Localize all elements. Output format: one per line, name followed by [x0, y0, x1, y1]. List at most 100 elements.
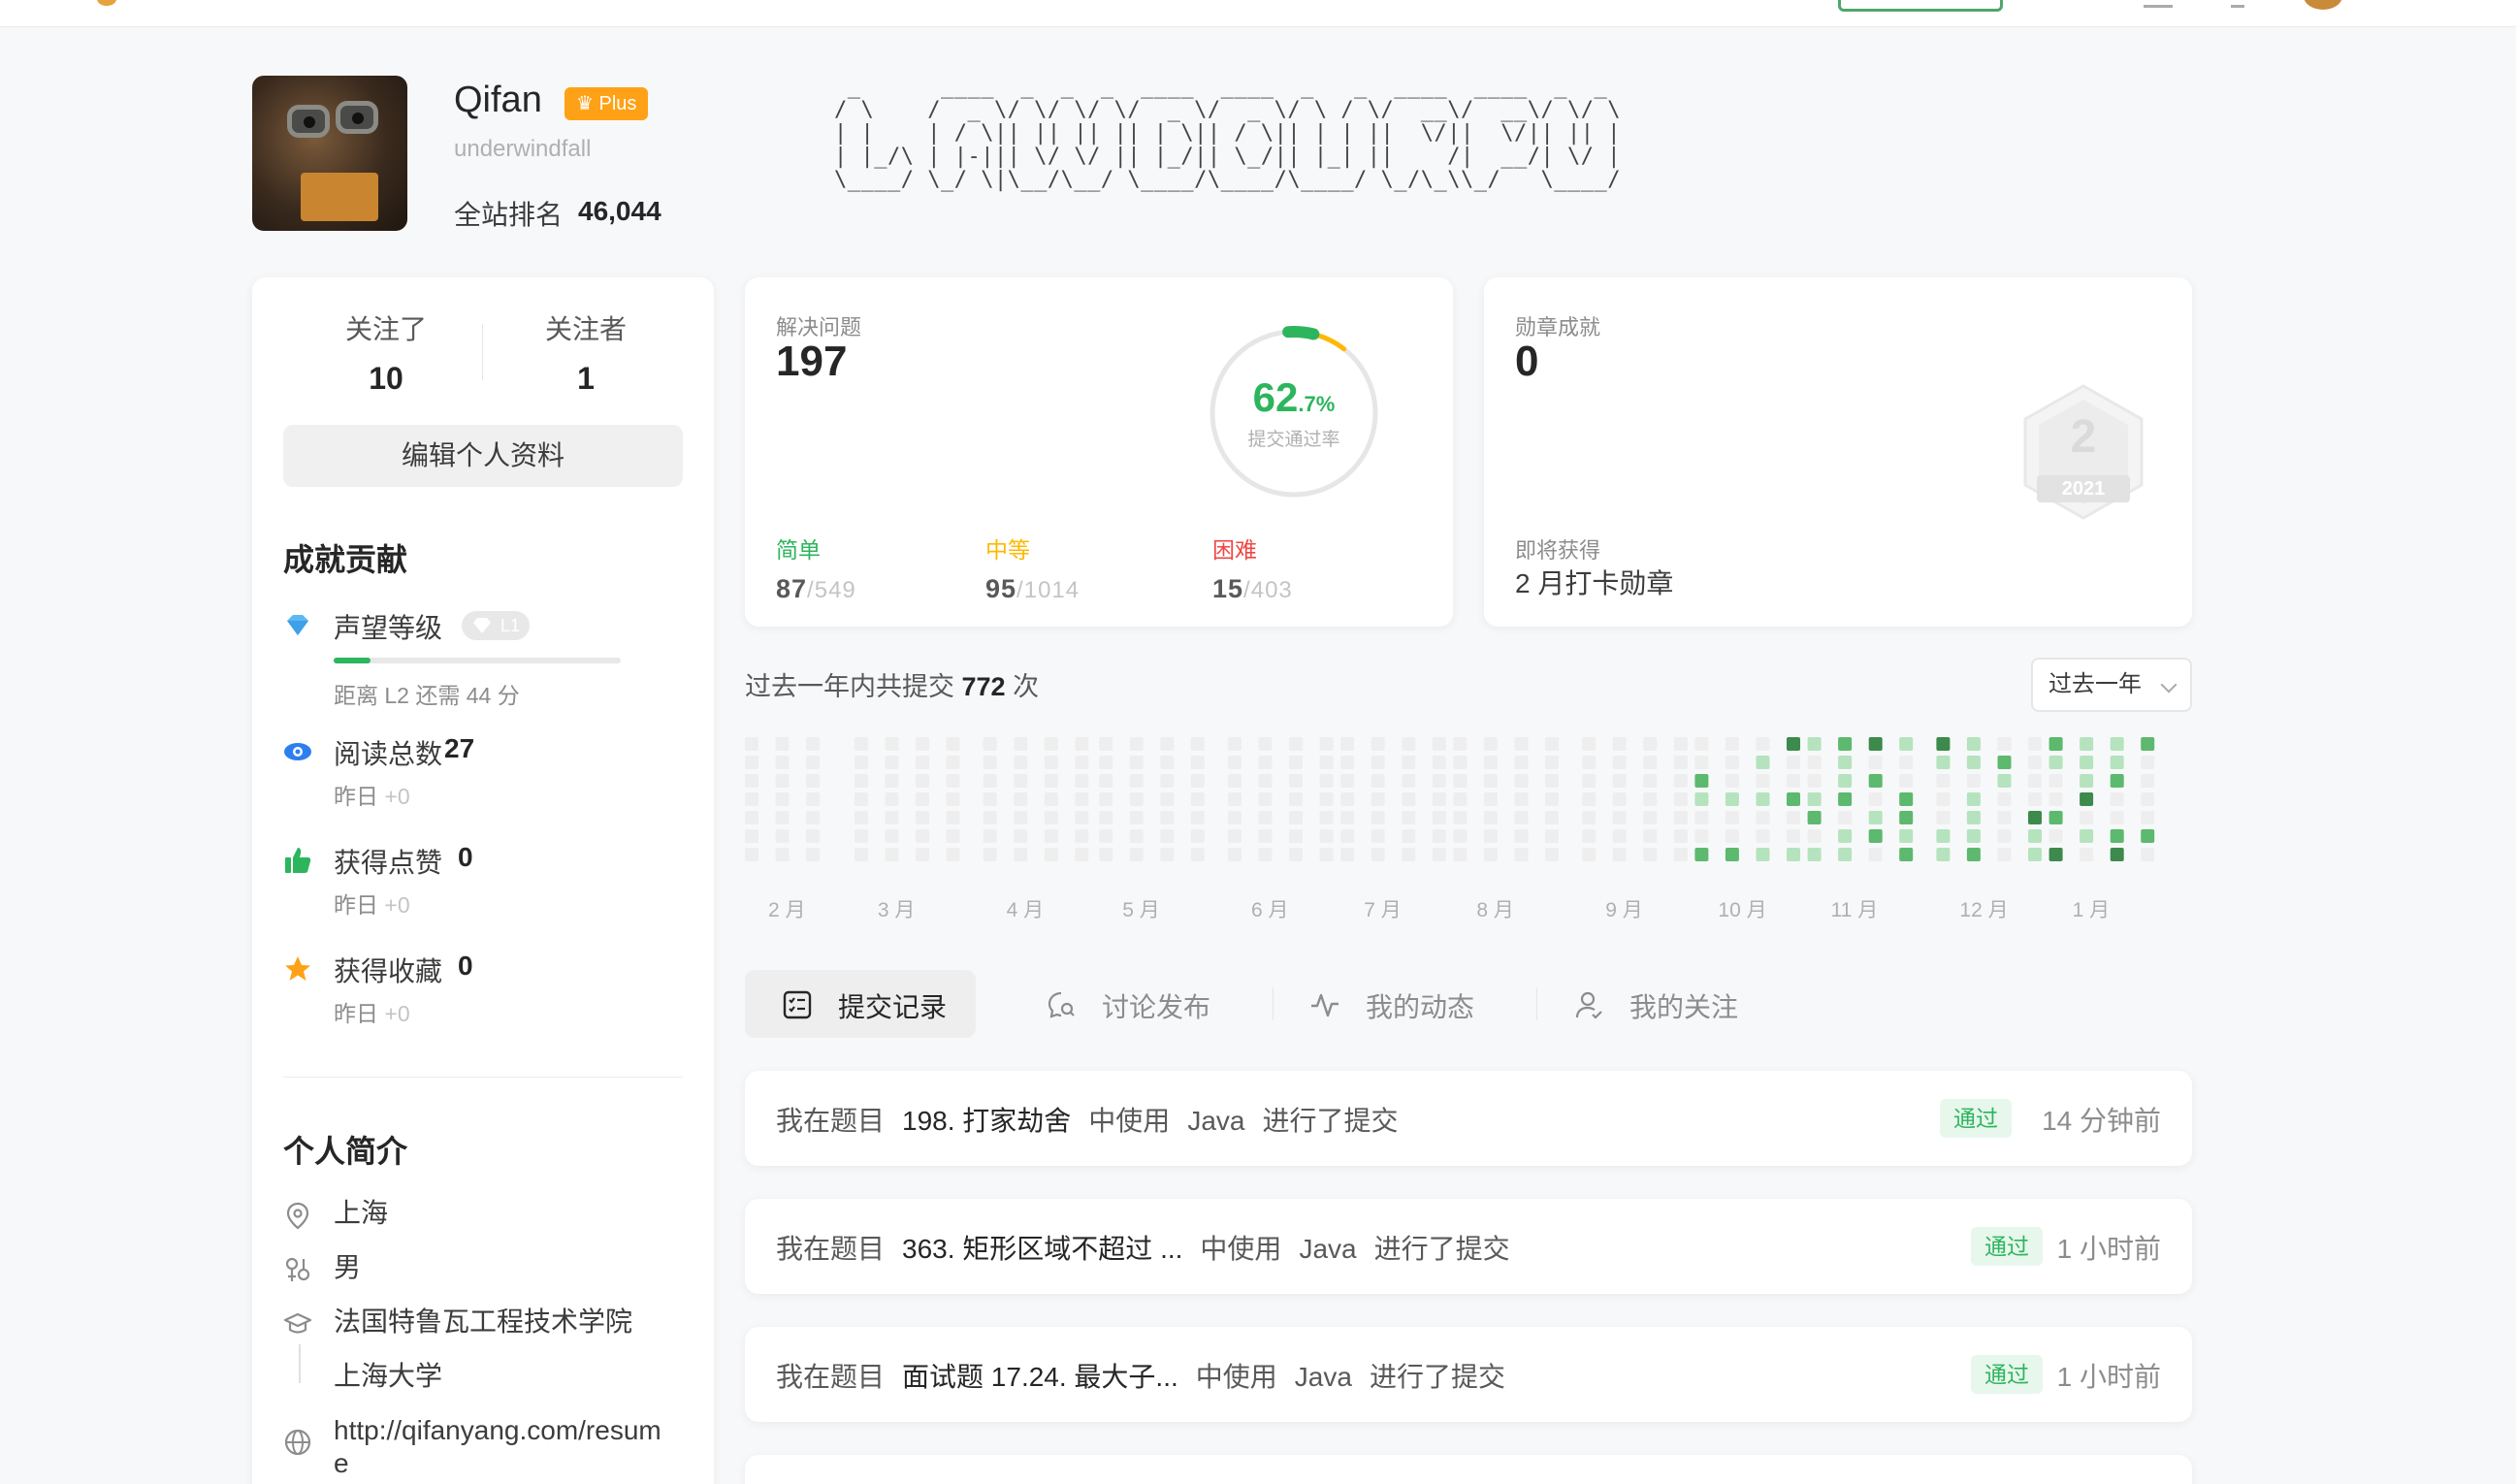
edit-profile-button[interactable]: 编辑个人资料 — [283, 425, 683, 487]
heatmap-cell[interactable] — [1228, 774, 1242, 788]
heatmap-cell[interactable] — [1289, 848, 1304, 861]
heatmap-cell[interactable] — [1483, 829, 1498, 843]
heatmap-cell[interactable] — [1725, 848, 1739, 861]
heatmap-cell[interactable] — [1228, 829, 1242, 843]
heatmap-cell[interactable] — [1402, 774, 1416, 788]
heatmap-cell[interactable] — [1432, 756, 1446, 769]
heatmap-cell[interactable] — [885, 811, 899, 824]
heatmap-cell[interactable] — [2028, 811, 2042, 824]
heatmap-cell[interactable] — [2048, 848, 2063, 861]
tab-following[interactable]: 我的关注 — [1536, 970, 1759, 1038]
heatmap-cell[interactable] — [1612, 737, 1627, 751]
heatmap-cell[interactable] — [1545, 829, 1559, 843]
heatmap-cell[interactable] — [1319, 829, 1334, 843]
heatmap-cell[interactable] — [1319, 848, 1334, 861]
heatmap-cell[interactable] — [1787, 848, 1800, 861]
heatmap-cell[interactable] — [854, 774, 868, 788]
heatmap-cell[interactable] — [1014, 756, 1028, 769]
heatmap-cell[interactable] — [1868, 737, 1883, 751]
heatmap-cell[interactable] — [1483, 848, 1498, 861]
heatmap-cell[interactable] — [1838, 811, 1853, 824]
heatmap-cell[interactable] — [2141, 829, 2155, 843]
heatmap-cell[interactable] — [775, 737, 790, 751]
monthly-badge-icon[interactable]: 2 2021 — [2019, 382, 2147, 522]
heatmap-cell[interactable] — [1673, 848, 1688, 861]
heatmap-cell[interactable] — [2028, 848, 2042, 861]
heatmap-cell[interactable] — [983, 848, 997, 861]
heatmap-cell[interactable] — [1582, 811, 1597, 824]
heatmap-cell[interactable] — [1899, 737, 1914, 751]
heatmap-cell[interactable] — [1694, 737, 1709, 751]
heatmap-cell[interactable] — [916, 829, 929, 843]
heatmap-cell[interactable] — [745, 774, 758, 788]
heatmap-cell[interactable] — [1371, 774, 1385, 788]
heatmap-cell[interactable] — [1483, 811, 1498, 824]
heatmap-cell[interactable] — [885, 737, 899, 751]
heatmap-cell[interactable] — [1129, 756, 1144, 769]
heatmap-cell[interactable] — [1453, 792, 1468, 806]
heatmap-cell[interactable] — [1371, 792, 1385, 806]
heatmap-cell[interactable] — [1402, 829, 1416, 843]
heatmap-cell[interactable] — [1899, 792, 1914, 806]
heatmap-cell[interactable] — [1694, 774, 1709, 788]
heatmap-cell[interactable] — [1936, 811, 1951, 824]
user-avatar-small[interactable] — [2304, 0, 2342, 10]
heatmap-cell[interactable] — [1807, 774, 1822, 788]
heatmap-cell[interactable] — [1936, 756, 1951, 769]
heatmap-cell[interactable] — [1228, 792, 1242, 806]
heatmap-cell[interactable] — [1258, 756, 1273, 769]
heatmap-cell[interactable] — [1129, 848, 1144, 861]
heatmap-cell[interactable] — [806, 829, 821, 843]
heatmap-cell[interactable] — [2110, 737, 2124, 751]
heatmap-cell[interactable] — [1936, 829, 1951, 843]
heatmap-cell[interactable] — [806, 774, 821, 788]
heatmap-cell[interactable] — [1453, 774, 1468, 788]
heatmap-cell[interactable] — [1432, 848, 1446, 861]
heatmap-cell[interactable] — [1997, 774, 2012, 788]
heatmap-cell[interactable] — [1936, 792, 1951, 806]
heatmap-cell[interactable] — [1807, 811, 1822, 824]
heatmap-cell[interactable] — [983, 829, 997, 843]
heatmap-cell[interactable] — [1453, 848, 1468, 861]
heatmap-cell[interactable] — [1807, 792, 1822, 806]
heatmap-cell[interactable] — [1371, 829, 1385, 843]
heatmap-cell[interactable] — [946, 811, 960, 824]
heatmap-cell[interactable] — [1160, 829, 1175, 843]
following-stat[interactable]: 关注了 10 — [289, 308, 483, 397]
heatmap-cell[interactable] — [1997, 848, 2012, 861]
heatmap-cell[interactable] — [1514, 737, 1529, 751]
tab-discussions[interactable]: 讨论发布 — [1009, 970, 1232, 1038]
heatmap-cell[interactable] — [806, 792, 821, 806]
heatmap-cell[interactable] — [1319, 792, 1334, 806]
heatmap-cell[interactable] — [1545, 774, 1559, 788]
heatmap-cell[interactable] — [1694, 811, 1709, 824]
heatmap-cell[interactable] — [745, 756, 758, 769]
heatmap-cell[interactable] — [2080, 756, 2094, 769]
heatmap-cell[interactable] — [1582, 792, 1597, 806]
heatmap-cell[interactable] — [1673, 792, 1688, 806]
heatmap-cell[interactable] — [1899, 848, 1914, 861]
heatmap-cell[interactable] — [1044, 848, 1058, 861]
top-action-button[interactable] — [1838, 0, 2003, 12]
heatmap-cell[interactable] — [1756, 848, 1770, 861]
heatmap-cell[interactable] — [946, 774, 960, 788]
heatmap-cell[interactable] — [1044, 829, 1058, 843]
heatmap-cell[interactable] — [1160, 848, 1175, 861]
heatmap-cell[interactable] — [1044, 756, 1058, 769]
heatmap-cell[interactable] — [2141, 774, 2155, 788]
heatmap-cell[interactable] — [1899, 774, 1914, 788]
heatmap-cell[interactable] — [1673, 756, 1688, 769]
heatmap-cell[interactable] — [2141, 756, 2155, 769]
heatmap-cell[interactable] — [2080, 774, 2094, 788]
heatmap-cell[interactable] — [1868, 848, 1883, 861]
heatmap-cell[interactable] — [983, 737, 997, 751]
heatmap-cell[interactable] — [1787, 811, 1800, 824]
heatmap-cell[interactable] — [1582, 756, 1597, 769]
heatmap-cell[interactable] — [1807, 756, 1822, 769]
heatmap-cell[interactable] — [1582, 848, 1597, 861]
heatmap-cell[interactable] — [1612, 848, 1627, 861]
heatmap-cell[interactable] — [916, 792, 929, 806]
heatmap-cell[interactable] — [1612, 774, 1627, 788]
heatmap-cell[interactable] — [983, 792, 997, 806]
heatmap-cell[interactable] — [1483, 737, 1498, 751]
